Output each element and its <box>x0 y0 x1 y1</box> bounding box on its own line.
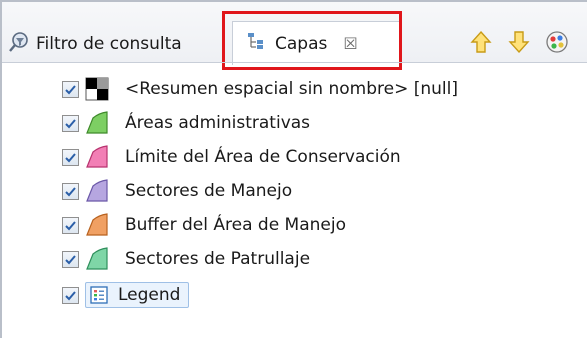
layer-row[interactable]: Límite del Área de Conservación <box>62 140 401 174</box>
layer-checkbox[interactable] <box>62 114 79 132</box>
layer-label: <Resumen espacial sin nombre> [null] <box>125 79 458 99</box>
move-down-icon <box>508 30 530 59</box>
content-divider <box>2 62 587 63</box>
layer-label: Buffer del Área de Manejo <box>125 215 346 235</box>
filter-icon <box>8 31 30 58</box>
layer-label: Áreas administrativas <box>125 113 311 133</box>
move-up-button[interactable] <box>467 30 495 58</box>
layer-label: Límite del Área de Conservación <box>125 147 401 167</box>
layer-row[interactable]: Buffer del Área de Manejo <box>62 208 346 242</box>
tab-query-filter[interactable]: Filtro de consulta <box>8 24 232 64</box>
layer-checkbox[interactable] <box>62 80 79 98</box>
layer-row[interactable]: Sectores de Patrullaje <box>62 242 310 276</box>
layer-checkbox[interactable] <box>62 216 79 234</box>
tab-query-filter-label: Filtro de consulta <box>36 34 182 54</box>
polygon-symbol-icon <box>86 111 108 134</box>
layer-label: Legend <box>118 285 181 305</box>
spatial-summary-icon <box>85 77 109 101</box>
color-palette-button[interactable] <box>543 30 571 58</box>
layer-row[interactable]: Áreas administrativas <box>62 106 310 140</box>
layer-row[interactable]: <Resumen espacial sin nombre> [null] <box>62 72 458 106</box>
layer-checkbox[interactable] <box>62 148 79 166</box>
layer-row-selected[interactable]: Legend <box>62 278 190 312</box>
polygon-symbol-icon <box>86 179 108 202</box>
selected-row-highlight: Legend <box>85 282 190 308</box>
layer-label: Sectores de Patrullaje <box>125 249 311 269</box>
layer-label: Sectores de Manejo <box>125 181 293 201</box>
layer-checkbox[interactable] <box>62 182 79 200</box>
move-down-button[interactable] <box>505 30 533 58</box>
polygon-symbol-icon <box>86 247 108 270</box>
color-palette-icon <box>545 30 569 59</box>
move-up-icon <box>470 30 492 59</box>
layer-checkbox[interactable] <box>62 250 79 268</box>
layer-checkbox[interactable] <box>62 286 79 304</box>
polygon-symbol-icon <box>86 213 108 236</box>
polygon-symbol-icon <box>86 145 108 168</box>
layer-row[interactable]: Sectores de Manejo <box>62 174 292 208</box>
legend-icon <box>90 286 108 304</box>
